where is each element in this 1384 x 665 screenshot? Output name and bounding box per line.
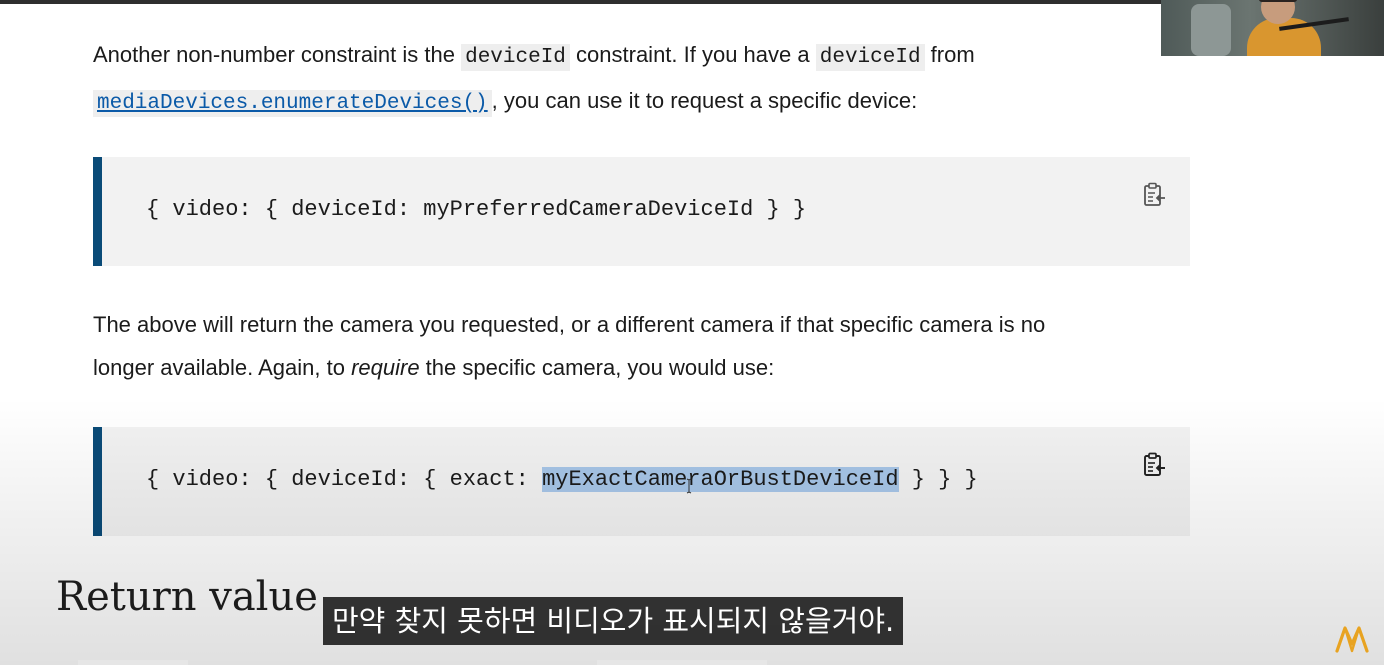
code-example-exact-camera: { video: { deviceId: { exact: myExactCam… bbox=[93, 427, 1190, 536]
paragraph-text: constraint. If you have a bbox=[569, 42, 816, 67]
code-text-after: } } } bbox=[898, 467, 978, 492]
enumerate-devices-link[interactable]: mediaDevices.enumerateDevices() bbox=[93, 90, 492, 117]
clipboard-copy-icon[interactable] bbox=[1142, 452, 1166, 478]
selected-code-text[interactable]: myExactCameraOrBustDeviceId bbox=[542, 467, 899, 492]
paragraph-require-camera: The above will return the camera you req… bbox=[93, 303, 1045, 389]
paragraph-text: The above will return the camera you req… bbox=[93, 312, 1046, 337]
webcam-chair bbox=[1191, 4, 1231, 56]
webcam-overlay bbox=[1161, 0, 1384, 56]
paragraph-text: , you can use it to request a specific d… bbox=[491, 88, 918, 113]
video-subtitle: 만약 찾지 못하면 비디오가 표시되지 않을거야. bbox=[323, 597, 904, 645]
code-text-before: { video: { deviceId: { exact: bbox=[146, 467, 543, 492]
code-example-preferred-camera: { video: { deviceId: myPreferredCameraDe… bbox=[93, 157, 1190, 266]
section-heading-return-value: Return value bbox=[56, 574, 318, 620]
paragraph-text: longer available. Again, to bbox=[93, 355, 352, 380]
inline-code-device-id: deviceId bbox=[461, 44, 570, 71]
paragraph-device-id: Another non-number constraint is the dev… bbox=[93, 33, 975, 125]
brand-logo-icon bbox=[1335, 626, 1369, 653]
webcam-person-hair bbox=[1259, 0, 1297, 2]
clipboard-copy-icon[interactable] bbox=[1142, 182, 1166, 208]
paragraph-text: Another non-number constraint is the bbox=[93, 42, 462, 67]
code-text: { video: { deviceId: myPreferredCameraDe… bbox=[146, 197, 807, 222]
code-text: { video: { deviceId: { exact: myExactCam… bbox=[146, 465, 978, 495]
paragraph-text: from bbox=[924, 42, 975, 67]
partial-content-strip bbox=[78, 660, 188, 665]
inline-code-device-id: deviceId bbox=[815, 44, 925, 71]
paragraph-text: the specific camera, you would use: bbox=[419, 355, 775, 380]
partial-content-strip bbox=[597, 660, 767, 665]
emphasis-require: require bbox=[351, 355, 420, 380]
text-cursor-icon bbox=[686, 478, 692, 494]
